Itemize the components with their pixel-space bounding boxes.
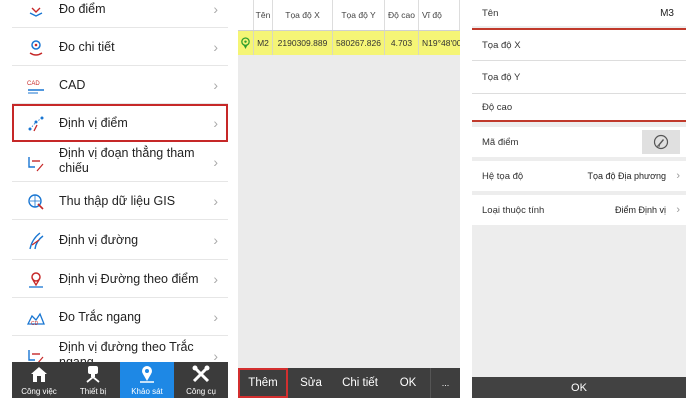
gis-collect-icon <box>28 194 44 210</box>
nav-device[interactable]: Thiết bị <box>66 362 120 398</box>
x-coordinate-label: Tọa độ X <box>482 39 521 51</box>
y-coordinate-label: Tọa độ Y <box>482 71 521 83</box>
nav-label: Công cụ <box>186 387 216 396</box>
chevron-right-icon: › <box>676 170 680 182</box>
menu-item-cross-section[interactable]: CD Đo Trắc ngang › <box>12 298 228 336</box>
column-header-elevation[interactable]: Độ cao <box>385 0 419 30</box>
line-stakeout-icon <box>28 157 44 172</box>
tools-icon <box>192 365 210 383</box>
chevron-right-icon: › <box>213 1 218 17</box>
detail-survey-icon <box>29 40 43 56</box>
column-header-y[interactable]: Tọa độ Y <box>333 0 385 30</box>
attribute-type-label: Loại thuộc tính <box>482 204 545 216</box>
point-survey-icon <box>29 7 43 17</box>
row-icon-cell <box>238 31 254 55</box>
survey-menu-screen: Đo điểm › Đo chi tiết › CAD CAD › Định v… <box>12 0 228 398</box>
column-header-name[interactable]: Tên <box>254 0 273 30</box>
menu-item-cad[interactable]: CAD CAD › <box>12 66 228 104</box>
chevron-right-icon: › <box>213 154 218 170</box>
name-label: Tên <box>482 7 499 19</box>
column-header-x[interactable]: Tọa độ X <box>273 0 333 30</box>
menu-item-point-survey[interactable]: Đo điểm › <box>12 0 228 28</box>
code-picker-button[interactable] <box>642 130 680 154</box>
name-field[interactable]: Tên M3 <box>472 0 686 26</box>
home-icon <box>31 367 47 382</box>
bottom-navigation: Công việc Thiết bị Khảo sát Công cụ <box>12 362 228 398</box>
svg-text:CD: CD <box>31 321 39 327</box>
menu-item-point-stakeout[interactable]: Định vị điểm › <box>12 104 228 142</box>
chevron-right-icon: › <box>213 115 218 131</box>
y-coordinate-field[interactable]: Tọa độ Y <box>472 61 686 93</box>
nav-label: Công việc <box>21 387 57 396</box>
table-row[interactable]: M2 2190309.889 580267.826 4.703 N19°48'0… <box>238 31 460 55</box>
survey-pin-icon <box>140 366 154 383</box>
menu-item-label: Thu thập dữ liệu GIS <box>59 193 176 208</box>
menu-item-label: Đo điểm <box>59 1 106 16</box>
add-button[interactable]: Thêm <box>238 368 288 398</box>
nav-jobs[interactable]: Công việc <box>12 362 66 398</box>
name-value: M3 <box>660 7 674 19</box>
point-list-screen: Tên Tọa độ X Tọa độ Y Độ cao Vĩ độ M2 21… <box>238 0 460 398</box>
menu-item-gis-collect[interactable]: Thu thập dữ liệu GIS › <box>12 182 228 220</box>
more-button[interactable]: ... <box>430 368 460 398</box>
nav-tools[interactable]: Công cụ <box>174 362 228 398</box>
table-header: Tên Tọa độ X Tọa độ Y Độ cao Vĩ độ <box>238 0 460 31</box>
cad-icon: CAD <box>27 81 44 94</box>
nav-survey[interactable]: Khảo sát <box>120 362 174 398</box>
menu-item-label: Đo chi tiết <box>59 39 115 54</box>
cross-section-icon: CD <box>26 312 45 327</box>
chevron-right-icon: › <box>213 39 218 55</box>
chevron-right-icon: › <box>213 271 218 287</box>
x-coordinate-field[interactable]: Tọa độ X <box>472 30 686 60</box>
menu-item-label: Đo Trắc ngang <box>59 309 141 324</box>
chevron-right-icon: › <box>213 77 218 93</box>
road-stakeout-icon <box>29 232 44 250</box>
point-stakeout-icon <box>28 116 44 132</box>
coordinate-system-value: Tọa độ Địa phương <box>587 171 666 181</box>
menu-item-label: Định vị đường <box>59 232 139 247</box>
chevron-right-icon: › <box>676 204 680 216</box>
ok-button[interactable]: OK <box>386 368 430 398</box>
menu-item-detail-survey[interactable]: Đo chi tiết › <box>12 28 228 66</box>
cell-x: 2190309.889 <box>273 31 333 55</box>
menu-item-label: Định vị đoạn thẳng tham chiếu <box>59 146 195 175</box>
elevation-label: Độ cao <box>482 101 513 113</box>
nav-label: Khảo sát <box>131 387 163 396</box>
menu-item-label: CAD <box>59 77 86 92</box>
code-picker-icon <box>653 134 669 150</box>
screenshot-root: Đo điểm › Đo chi tiết › CAD CAD › Định v… <box>0 0 698 400</box>
details-button[interactable]: Chi tiết <box>334 368 386 398</box>
table-action-bar: Thêm Sửa Chi tiết OK ... <box>238 368 460 398</box>
cell-elevation: 4.703 <box>385 31 419 55</box>
svg-text:CAD: CAD <box>27 81 40 87</box>
road-by-point-icon <box>29 272 43 288</box>
add-point-form-screen: Tên M3 Tọa độ X Tọa độ Y Độ cao Mã điểm <box>472 0 686 398</box>
column-header-latitude[interactable]: Vĩ độ <box>419 0 460 30</box>
menu-item-road-by-point[interactable]: Định vị Đường theo điểm › <box>12 260 228 298</box>
edit-button[interactable]: Sửa <box>288 368 334 398</box>
menu-item-label: Định vị điểm <box>59 115 128 130</box>
menu-item-road-stakeout[interactable]: Định vị đường › <box>12 220 228 260</box>
cell-name: M2 <box>254 31 273 55</box>
cell-latitude: N19°48'00. <box>422 38 460 48</box>
chevron-right-icon: › <box>213 309 218 325</box>
attribute-type-field[interactable]: Loại thuộc tính Điểm Định vị › <box>472 195 686 225</box>
menu-item-label: Định vị Đường theo điểm <box>59 271 199 286</box>
location-pin-icon <box>241 36 250 49</box>
chevron-right-icon: › <box>213 193 218 209</box>
elevation-field[interactable]: Độ cao <box>472 94 686 120</box>
ok-button[interactable]: OK <box>472 377 686 398</box>
cell-y: 580267.826 <box>333 31 385 55</box>
section-divider <box>472 120 686 122</box>
menu-item-line-stakeout[interactable]: Định vị đoạn thẳng tham chiếu › <box>12 142 228 182</box>
device-icon <box>86 366 100 383</box>
point-code-field[interactable]: Mã điểm <box>472 127 686 157</box>
nav-label: Thiết bị <box>79 387 107 396</box>
coordinate-system-field[interactable]: Hệ tọa độ Tọa độ Địa phương › <box>472 161 686 191</box>
column-header-icon <box>238 0 254 30</box>
attribute-type-value: Điểm Định vị <box>614 205 666 215</box>
coordinate-system-label: Hệ tọa độ <box>482 170 524 182</box>
point-code-label: Mã điểm <box>482 136 519 148</box>
chevron-right-icon: › <box>213 232 218 248</box>
